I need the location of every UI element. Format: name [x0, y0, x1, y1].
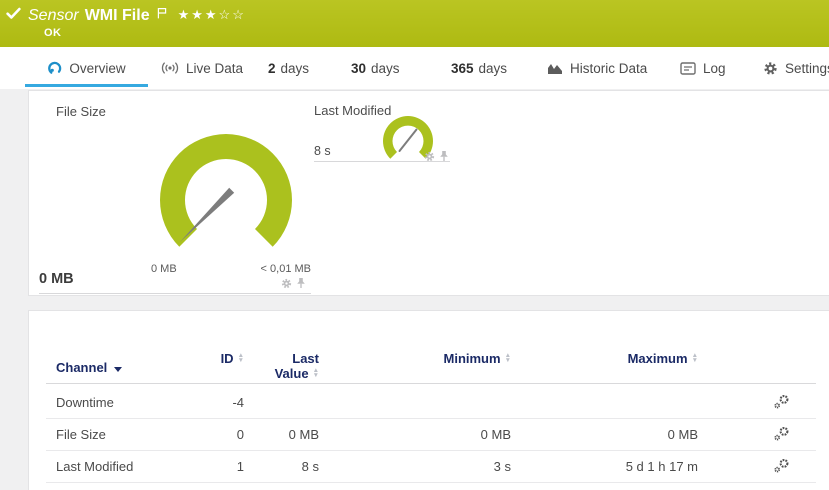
tab-live-data[interactable]: Live Data — [161, 47, 243, 89]
gauges-panel: File Size 0 MB < 0,01 MB 0 MB — [28, 90, 829, 296]
cell-channel: Last Modified — [46, 459, 206, 474]
cell-last-value: 0 MB — [244, 427, 319, 442]
channel-settings-icon[interactable] — [773, 426, 790, 444]
file-size-gauge-arc — [160, 134, 292, 247]
sensor-title: WMI File — [85, 7, 150, 25]
cell-last-value: 8 s — [244, 459, 319, 474]
tab-label: Overview — [69, 61, 125, 76]
cell-id: -4 — [206, 395, 244, 410]
tab-overview[interactable]: Overview — [25, 47, 148, 89]
sensor-kind-label: Sensor — [28, 7, 79, 25]
cell-minimum: 0 MB — [319, 427, 511, 442]
priority-stars[interactable]: ★★★☆☆ — [178, 7, 246, 23]
column-header-maximum[interactable]: Maximum ▲▼ — [511, 347, 698, 383]
last-modified-current-value: 8 s — [314, 144, 331, 158]
prtg-sensor-page: Sensor WMI File ★★★☆☆ OK Overview Live D… — [0, 0, 829, 490]
cell-channel: File Size — [46, 427, 206, 442]
tab-label: Settings — [785, 61, 829, 76]
status-badge: OK — [44, 27, 61, 39]
tab-label: Log — [703, 61, 726, 76]
chevron-down-icon — [114, 367, 122, 372]
tab-label: days — [281, 61, 310, 76]
log-icon — [680, 62, 696, 75]
column-header-minimum[interactable]: Minimum ▲▼ — [319, 347, 511, 383]
status-check-icon — [6, 7, 21, 20]
gauge-settings-gear-icon[interactable] — [424, 151, 435, 162]
cell-id: 1 — [206, 459, 244, 474]
gauge-settings-gear-icon[interactable] — [281, 278, 292, 289]
tab-365-days[interactable]: 365 days — [451, 47, 507, 89]
pin-icon[interactable] — [296, 277, 306, 289]
table-row-file-size[interactable]: File Size 0 0 MB 0 MB 0 MB — [46, 419, 816, 451]
tab-number: 2 — [268, 61, 276, 76]
file-size-scale-min: 0 MB — [151, 263, 177, 275]
file-size-current-value: 0 MB — [39, 271, 74, 287]
cell-minimum: 3 s — [319, 459, 511, 474]
gear-icon — [763, 61, 778, 76]
tab-settings[interactable]: Settings — [763, 47, 829, 89]
tab-30-days[interactable]: 30 days — [351, 47, 400, 89]
channel-settings-icon[interactable] — [773, 458, 790, 476]
flag-icon[interactable] — [156, 6, 168, 18]
column-header-id[interactable]: ID ▲▼ — [206, 347, 244, 383]
cell-maximum: 5 d 1 h 17 m — [511, 459, 698, 474]
tab-log[interactable]: Log — [680, 47, 726, 89]
tab-number: 365 — [451, 61, 474, 76]
broadcast-icon — [161, 61, 179, 75]
tab-label: days — [371, 61, 400, 76]
table-row-downtime[interactable]: Downtime -4 — [46, 387, 816, 419]
column-header-channel[interactable]: Channel — [46, 347, 206, 383]
tab-2-days[interactable]: 2 days — [268, 47, 309, 89]
tab-historic-data[interactable]: Historic Data — [547, 47, 647, 89]
file-size-gauge-title: File Size — [56, 104, 106, 119]
content-area: File Size 0 MB < 0,01 MB 0 MB — [0, 89, 829, 490]
channel-table-header: Channel ID ▲▼ Last Value ▲▼ Minimum ▲▼ — [46, 347, 816, 384]
cell-channel: Downtime — [46, 395, 206, 410]
table-row-last-modified[interactable]: Last Modified 1 8 s 3 s 5 d 1 h 17 m — [46, 451, 816, 483]
gauge-icon — [47, 61, 62, 76]
channel-settings-icon[interactable] — [773, 394, 790, 412]
tab-number: 30 — [351, 61, 366, 76]
cell-maximum: 0 MB — [511, 427, 698, 442]
file-size-gauge — [146, 118, 306, 278]
last-modified-gauge-needle — [400, 130, 417, 152]
file-size-scale-max: < 0,01 MB — [261, 263, 311, 275]
column-header-last-value[interactable]: Last Value ▲▼ — [244, 347, 319, 383]
file-size-underline — [39, 293, 311, 294]
area-chart-icon — [547, 61, 563, 75]
tab-label: days — [479, 61, 508, 76]
cell-id: 0 — [206, 427, 244, 442]
channels-panel: Channel ID ▲▼ Last Value ▲▼ Minimum ▲▼ — [28, 310, 829, 490]
last-modified-underline — [314, 161, 450, 162]
file-size-gauge-needle — [180, 188, 234, 242]
tab-label: Live Data — [186, 61, 243, 76]
sensor-header: Sensor WMI File ★★★☆☆ OK — [0, 0, 829, 47]
channel-table-body: Downtime -4 File Size 0 0 MB 0 MB 0 MB — [46, 387, 816, 483]
tab-bar: Overview Live Data 2 days 30 days 365 da… — [0, 47, 829, 89]
tab-label: Historic Data — [570, 61, 647, 76]
